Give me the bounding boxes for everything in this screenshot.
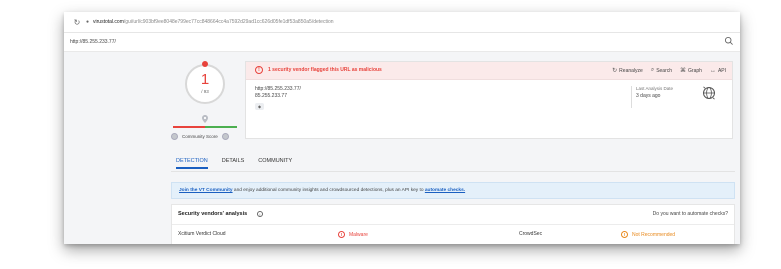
upvote-icon[interactable] (221, 132, 229, 140)
reanalyze-label: Reanalyze (619, 67, 643, 74)
tab-details[interactable]: DETAILS (222, 157, 245, 171)
last-analysis-value: 3 days ago (636, 93, 661, 99)
api-button[interactable]: ↔ API (710, 67, 726, 74)
graph-icon: ⌘ (680, 68, 687, 74)
tab-detection[interactable]: DETECTION (176, 157, 208, 171)
divider (631, 86, 632, 108)
target-url[interactable]: http://85.255.233.77/ (255, 86, 301, 92)
vendor-verdict: ! Not Recommended (621, 231, 675, 238)
community-score-bar (173, 126, 237, 128)
api-label: API (717, 67, 726, 74)
search-bar[interactable]: http://85.255.233.77/ (64, 33, 740, 52)
community-banner: Join the VT Community and enjoy addition… (171, 182, 735, 199)
row-divider (172, 224, 734, 225)
summary-card: ! 1 security vendor flagged this URL as … (245, 61, 733, 139)
search-button[interactable]: ⌕ Search (651, 67, 672, 74)
browser-window: ↻ ● virustotal.com/gui/url/c903bf9ee8048… (64, 12, 740, 244)
reload-icon[interactable]: ↻ (72, 18, 82, 27)
score-indicator (202, 61, 208, 67)
detection-total: / 93 (201, 89, 209, 94)
reanalyze-icon: ↻ (612, 68, 618, 74)
alert-text: 1 security vendor flagged this URL as ma… (268, 67, 382, 73)
search-icon: ⌕ (650, 67, 655, 73)
target-host[interactable]: 85.255.233.77 (255, 93, 287, 99)
verdict-label: Not Recommended (632, 231, 676, 238)
detection-count: 1 (200, 71, 210, 88)
last-analysis-label: Last Analysis Date (636, 86, 674, 91)
tab-bar: DETECTION DETAILS COMMUNITY (176, 157, 306, 171)
community-marker-icon (202, 115, 208, 123)
automate-checks-link[interactable]: automate checks. (425, 188, 465, 193)
banner-middle-text: and enjoy additional community insights … (232, 188, 425, 193)
url-host: virustotal.com (93, 19, 124, 25)
globe-icon (703, 86, 715, 100)
tab-divider (171, 171, 735, 172)
automate-checks-text[interactable]: Do you want to automate checks? (653, 211, 728, 217)
address-bar[interactable]: ↻ ● virustotal.com/gui/url/c903bf9ee8048… (64, 12, 740, 33)
community-score-label: Community Score (182, 133, 218, 139)
join-community-link[interactable]: Join the VT Community (179, 188, 233, 193)
downvote-icon[interactable] (171, 132, 178, 140)
graph-label: Graph (688, 67, 702, 74)
reanalyze-button[interactable]: ↻ Reanalyze (612, 67, 643, 75)
info-icon[interactable]: i (257, 211, 263, 217)
action-bar: ↻ Reanalyze ⌕ Search ⌘ Graph ↔ API (604, 67, 726, 74)
alert-icon: ! (255, 66, 263, 74)
search-input[interactable]: http://85.255.233.77/ (70, 39, 116, 45)
site-info-icon[interactable]: ● (86, 19, 89, 25)
search-icon[interactable] (724, 36, 734, 46)
banner-text: Join the VT Community and enjoy addition… (179, 188, 465, 193)
vendor-verdict: ! Malware (338, 231, 368, 238)
community-score-row: Community Score (171, 131, 229, 141)
tag-chip-icon[interactable]: ◆ (255, 103, 264, 110)
warning-icon: ! (621, 231, 628, 238)
vendor-name: Xcitium Verdict Cloud (178, 231, 226, 237)
verdict-label: Malware (349, 231, 368, 238)
vendors-title: Security vendors' analysis (178, 211, 248, 217)
malicious-icon: ! (338, 231, 345, 238)
vendor-name: CrowdSec (519, 231, 543, 237)
api-icon: ↔ (709, 67, 716, 74)
vendors-panel: Security vendors' analysis i Do you want… (171, 204, 735, 244)
graph-button[interactable]: ⌘ Graph (680, 67, 702, 75)
tab-community[interactable]: COMMUNITY (258, 157, 292, 171)
url-path: /gui/url/c903bf9ee8048e799ec77cc848664cc… (123, 19, 334, 25)
search-label: Search (656, 67, 673, 74)
alert-banner: ! 1 security vendor flagged this URL as … (246, 62, 732, 80)
address-url[interactable]: virustotal.com/gui/url/c903bf9ee8048e799… (93, 19, 333, 25)
